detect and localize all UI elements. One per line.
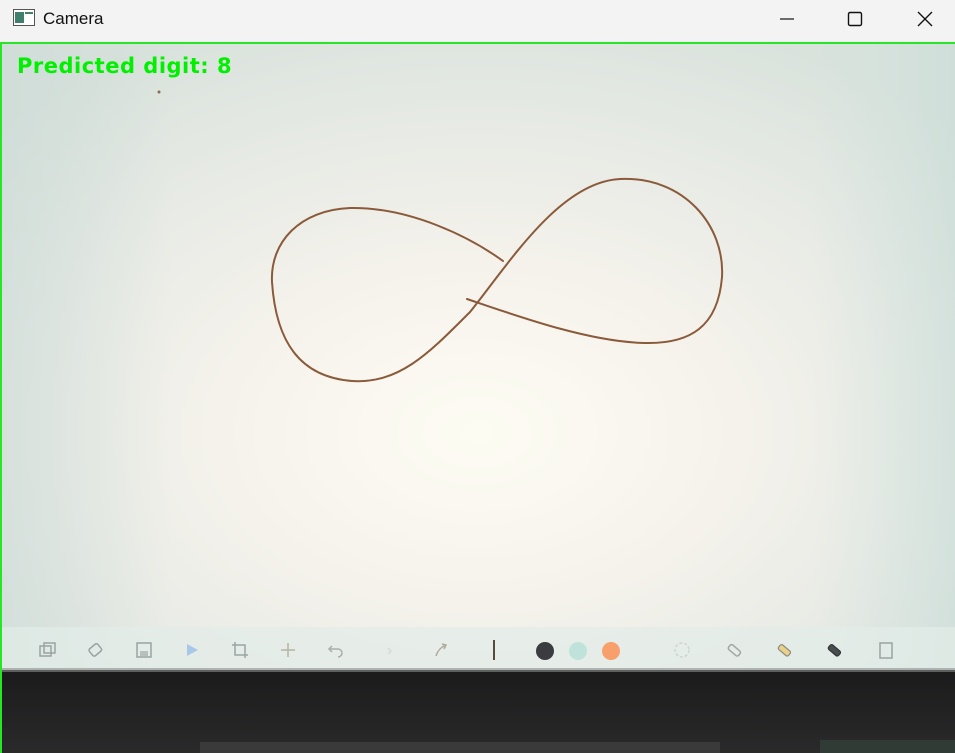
close-button[interactable] — [890, 0, 955, 38]
redo-arrow-icon — [428, 638, 452, 662]
camera-app-icon — [13, 9, 35, 26]
lasso-icon — [670, 638, 694, 662]
camera-window: Camera Predicted digit: 8 — [0, 0, 955, 753]
page-icon — [874, 638, 898, 662]
undo-icon — [324, 638, 348, 662]
save-icon — [132, 638, 156, 662]
minimize-icon — [780, 18, 794, 20]
eraser-icon — [84, 638, 108, 662]
highlighter-icon — [772, 638, 796, 662]
play-icon — [180, 638, 204, 662]
swatch-mint — [569, 642, 587, 660]
camera-feed — [0, 42, 955, 753]
window-title: Camera — [43, 9, 104, 28]
crop-icon — [228, 638, 252, 662]
redo-icon — [374, 638, 398, 662]
maximize-icon — [847, 11, 863, 27]
pencil-icon — [722, 638, 746, 662]
move-icon — [276, 638, 300, 662]
swatch-dark — [536, 642, 554, 660]
minimize-button[interactable] — [752, 0, 822, 38]
title-bar[interactable]: Camera — [0, 0, 955, 42]
pen-separator-icon — [482, 638, 506, 662]
close-icon — [917, 11, 933, 27]
paper-toolbar — [24, 634, 914, 668]
layers-icon — [36, 638, 60, 662]
maximize-button[interactable] — [820, 0, 890, 38]
swatch-orange — [602, 642, 620, 660]
marker-icon — [822, 638, 846, 662]
prediction-label: Predicted digit: 8 — [17, 54, 233, 78]
